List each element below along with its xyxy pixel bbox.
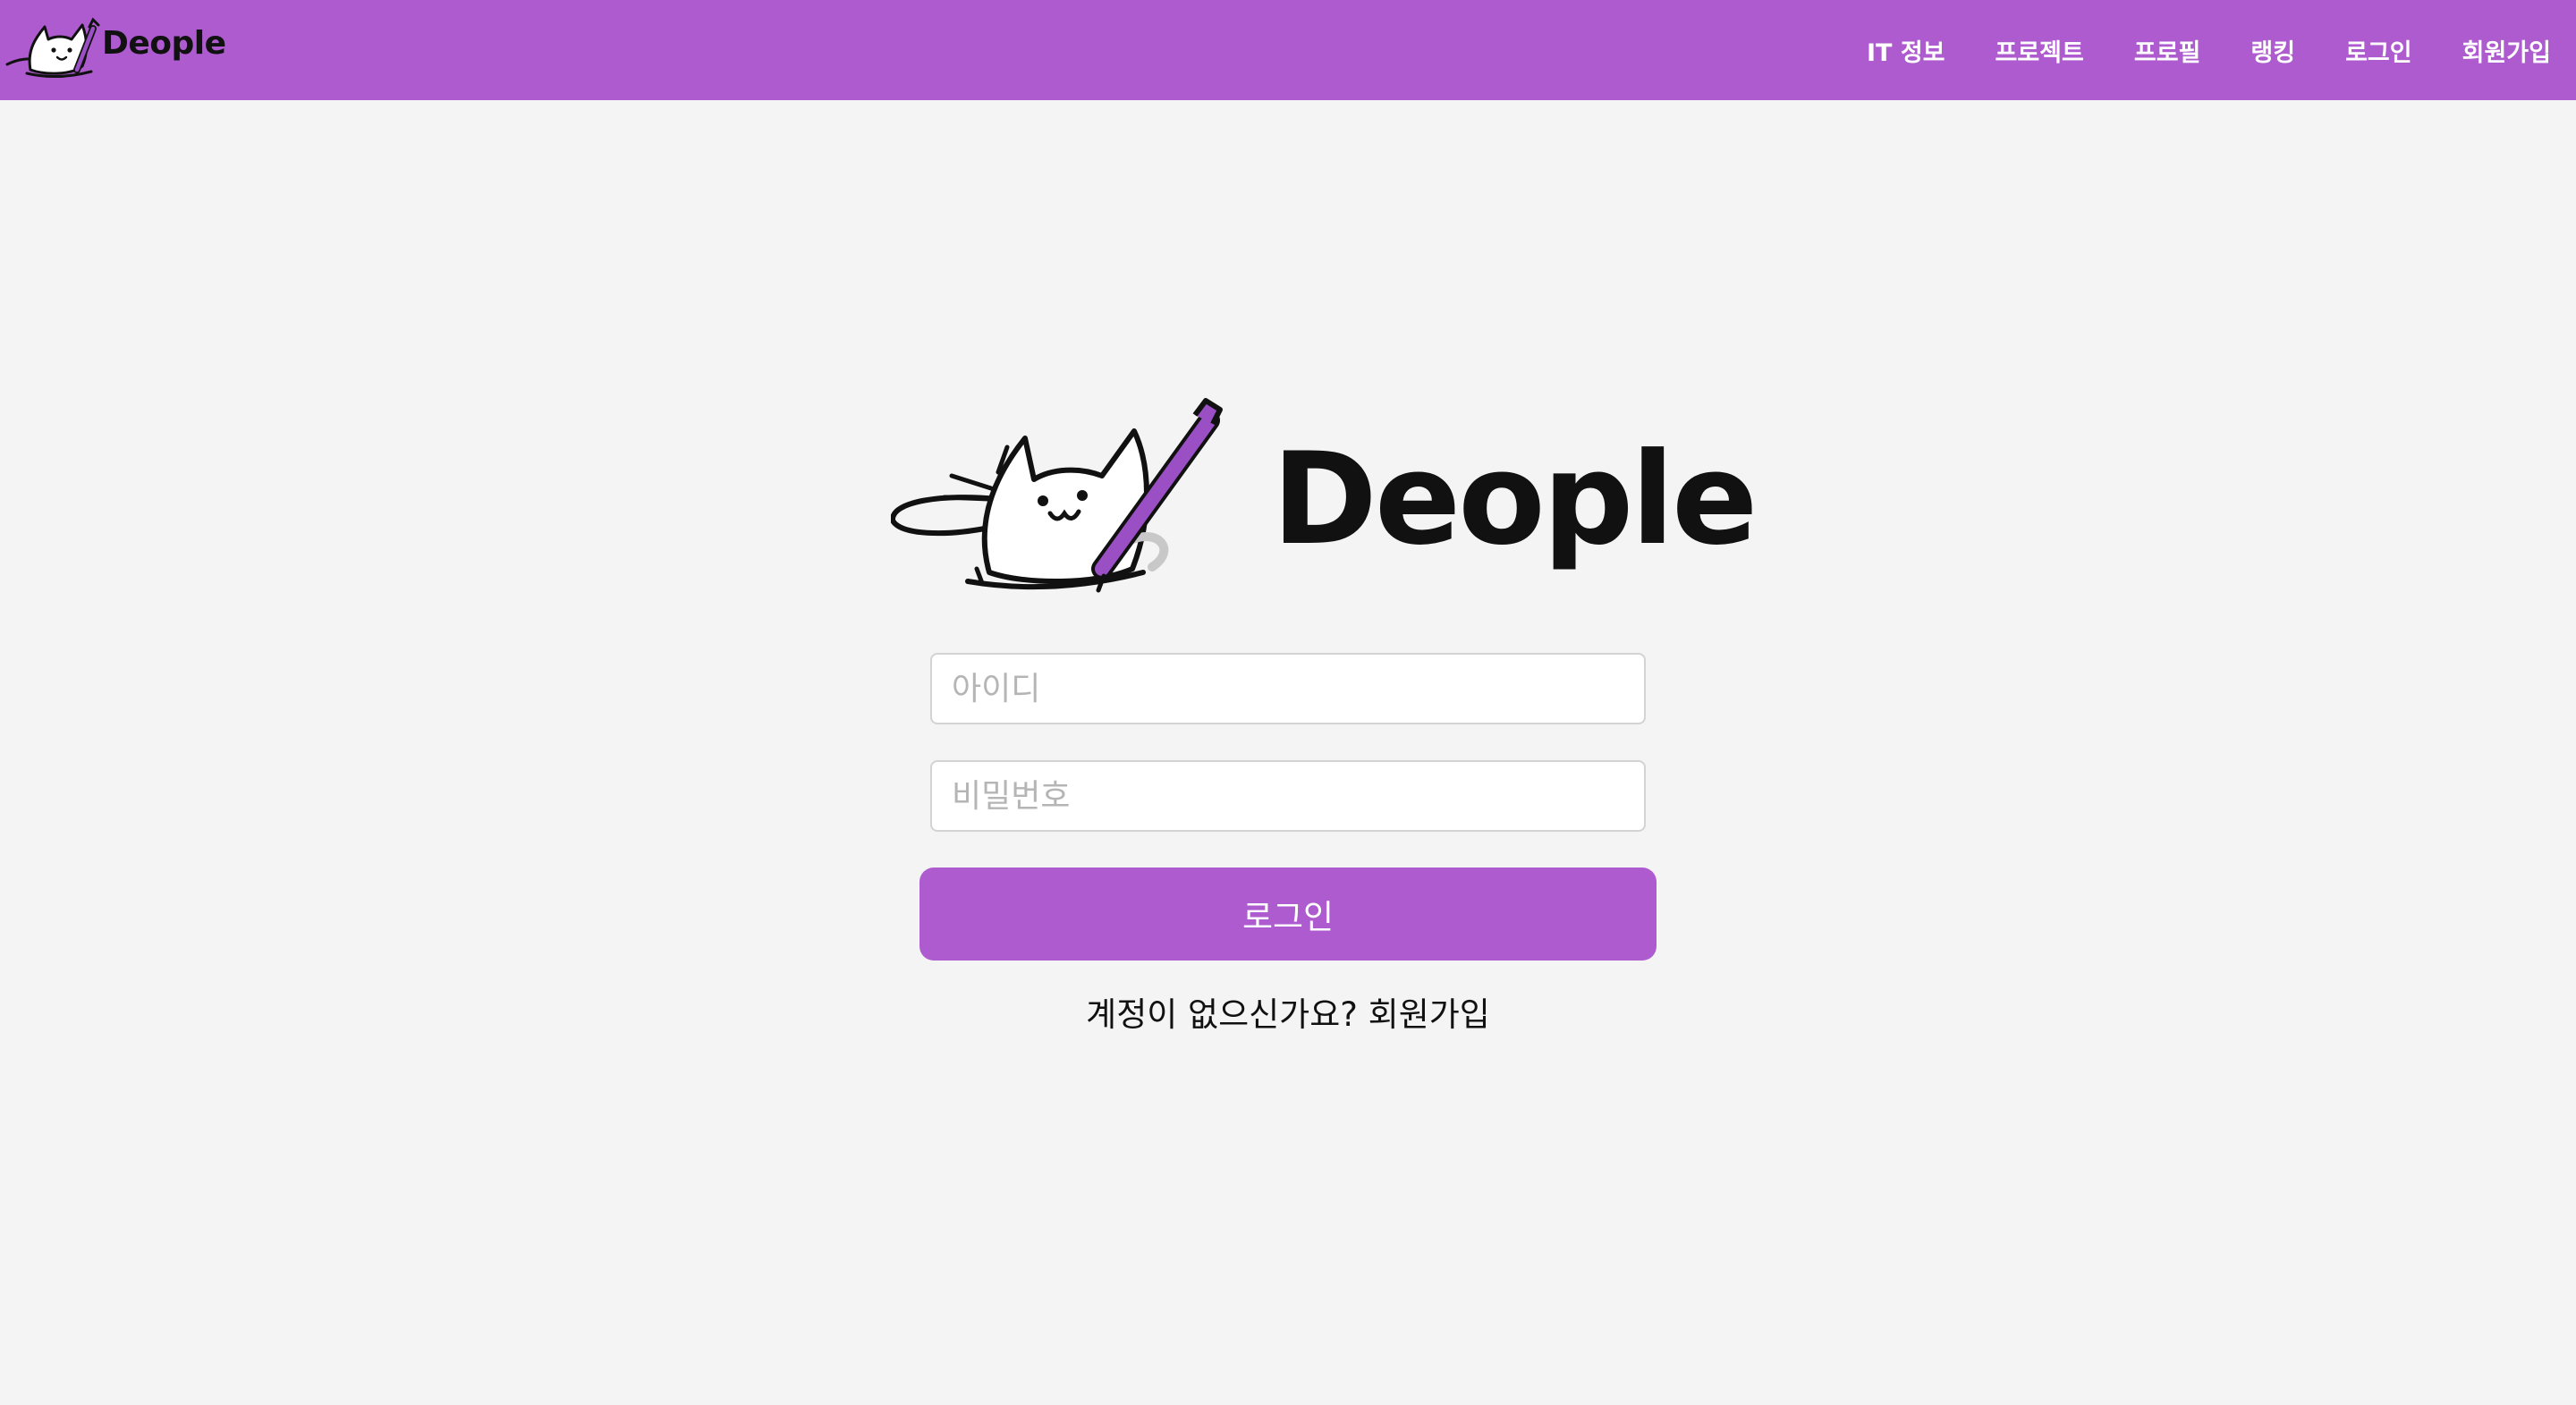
password-input[interactable] [930, 760, 1646, 832]
signup-link[interactable]: 회원가입 [1368, 995, 1490, 1034]
signup-prompt: 계정이 없으신가요? 회원가입 [841, 987, 1735, 1036]
hero-logo: Deople [891, 394, 1758, 608]
nav-profile[interactable]: 프로필 [2134, 33, 2201, 68]
home-logo-link[interactable]: Deople [0, 4, 226, 93]
cat-logo-icon [5, 17, 100, 79]
nav-ranking[interactable]: 랭킹 [2250, 33, 2295, 68]
top-navbar: Deople IT 정보 프로젝트 프로필 랭킹 로그인 회원가입 [0, 0, 2576, 100]
main-nav: IT 정보 프로젝트 프로필 랭킹 로그인 회원가입 [1817, 0, 2551, 100]
nav-it-info[interactable]: IT 정보 [1867, 33, 1945, 68]
nav-signup[interactable]: 회원가입 [2462, 33, 2551, 68]
cat-logo-icon [891, 398, 1223, 593]
nav-login[interactable]: 로그인 [2345, 33, 2412, 68]
username-input[interactable] [930, 653, 1646, 724]
signup-prompt-text: 계정이 없으신가요? [1086, 995, 1358, 1034]
nav-projects[interactable]: 프로젝트 [1996, 33, 2084, 68]
logo-wordmark: Deople [102, 25, 226, 62]
hero-wordmark: Deople [1272, 426, 1758, 573]
login-button[interactable]: 로그인 [919, 868, 1657, 961]
